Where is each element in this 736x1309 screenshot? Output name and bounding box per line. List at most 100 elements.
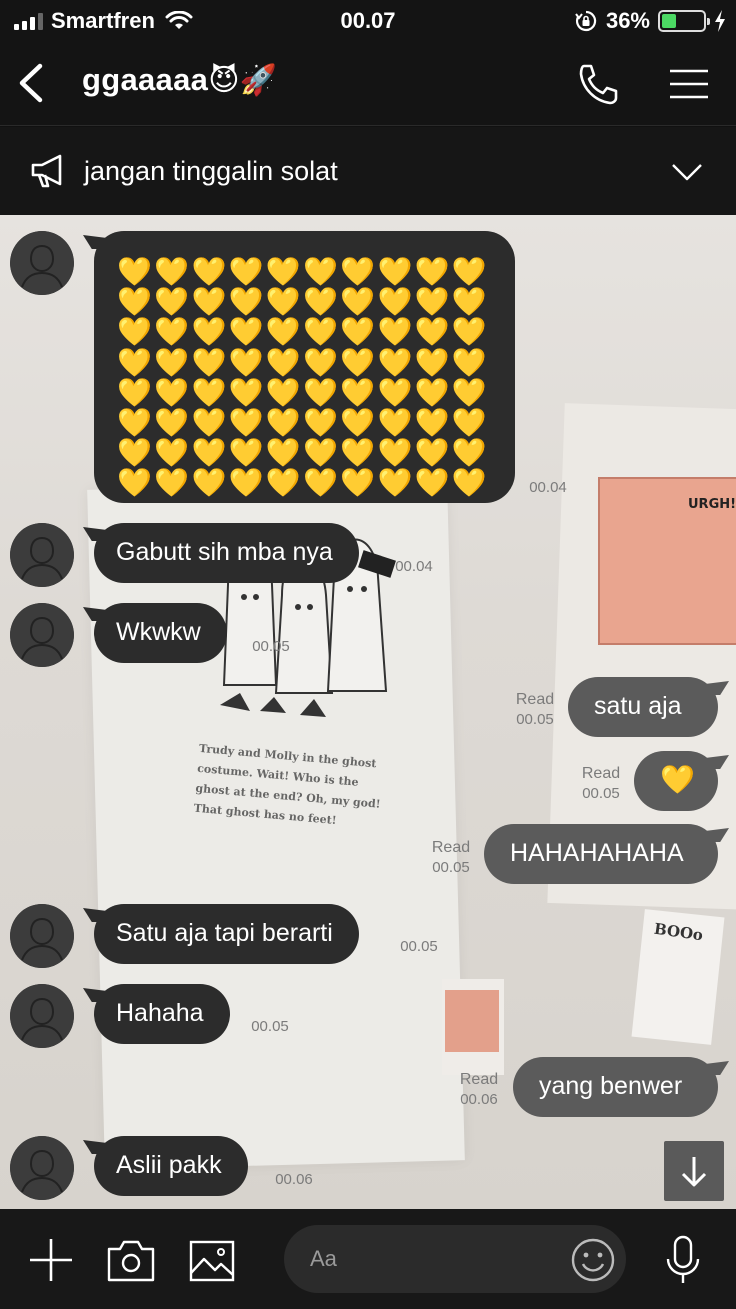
- chevron-down-icon[interactable]: [668, 153, 706, 189]
- heart-emoji: 💛: [154, 256, 190, 287]
- read-receipt: Read 00.05: [508, 690, 562, 730]
- message-input-bar: [0, 1209, 736, 1309]
- heart-emoji: 💛: [303, 467, 338, 499]
- heart-emoji: 💛: [377, 437, 413, 469]
- chat-area[interactable]: URGH!! Trudy and Molly in the ghost cost…: [0, 215, 736, 1209]
- message-bubble-outgoing[interactable]: 💛: [634, 751, 729, 811]
- heart-emoji: 💛: [451, 467, 487, 499]
- message-text: satu aja: [594, 692, 682, 720]
- message-text: Gabutt sih mba nya: [116, 538, 333, 566]
- heart-emoji: 💛: [451, 376, 487, 408]
- plus-icon[interactable]: [28, 1237, 74, 1283]
- sender-avatar[interactable]: [10, 904, 74, 968]
- heart-emoji: 💛: [228, 316, 264, 348]
- heart-emoji: 💛: [265, 467, 301, 499]
- message-bubble-incoming[interactable]: Gabutt sih mba nya: [83, 523, 359, 583]
- chat-title-emojis: 😈🚀: [208, 64, 278, 97]
- heart-emoji: 💛: [340, 286, 376, 318]
- heart-emoji: 💛: [117, 286, 153, 318]
- heart-emoji: 💛: [191, 406, 227, 438]
- read-receipt: Read 00.05: [574, 764, 628, 804]
- heart-emoji: 💛: [303, 437, 338, 469]
- heart-emoji: 💛: [340, 316, 376, 348]
- heart-emoji: 💛: [303, 406, 338, 438]
- read-label: Read: [431, 839, 471, 856]
- heart-emoji: 💛: [451, 346, 487, 378]
- chat-title[interactable]: ggaaaaa😈🚀: [82, 62, 277, 98]
- heart-emoji: 💛: [303, 286, 338, 318]
- orientation-lock-icon: [575, 10, 597, 32]
- message-text: HAHAHAHAHA: [510, 839, 684, 867]
- heart-emoji: 💛: [414, 437, 450, 469]
- heart-emoji: 💛: [377, 376, 413, 408]
- message-text: Aslii pakk: [116, 1151, 222, 1179]
- heart-emoji: 💛: [414, 286, 450, 318]
- default-avatar-icon: [10, 231, 74, 295]
- heart-emoji: 💛: [117, 256, 153, 287]
- heart-emoji: 💛: [414, 316, 450, 348]
- default-avatar-icon: [10, 603, 74, 667]
- microphone-icon[interactable]: [664, 1235, 702, 1285]
- heart-emoji: 💛: [303, 376, 338, 408]
- heart-emoji: 💛: [228, 286, 264, 318]
- sender-avatar[interactable]: [10, 603, 74, 667]
- message-bubble-incoming[interactable]: Satu aja tapi berarti: [83, 904, 359, 964]
- heart-emoji: 💛: [451, 256, 487, 287]
- heart-emoji: 💛: [154, 406, 190, 438]
- heart-emoji: 💛: [303, 346, 338, 378]
- image-icon[interactable]: [188, 1239, 236, 1283]
- camera-icon[interactable]: [106, 1239, 156, 1283]
- heart-emoji: 💛: [451, 316, 487, 348]
- wallpaper-urgh-text: URGH!!: [688, 497, 736, 512]
- read-label: Read: [515, 691, 555, 708]
- message-bubble-incoming[interactable]: 💛 💛 💛 💛 💛 💛 💛 💛 💛 💛 💛 💛 💛 💛 💛 💛 💛 💛 💛 💛 💛 💛 💛 💛 💛 💛 💛 💛 💛 💛 💛 💛 💛 💛 💛 💛 💛 💛 💛 💛…: [83, 231, 515, 503]
- message-bubble-outgoing[interactable]: satu aja: [568, 677, 729, 737]
- heart-emoji: 💛: [191, 376, 227, 408]
- message-bubble-incoming[interactable]: Wkwkw: [83, 603, 227, 663]
- message-bubble-incoming[interactable]: Aslii pakk: [83, 1136, 248, 1196]
- heart-emoji: 💛: [303, 256, 338, 287]
- heart-emoji: 💛: [414, 346, 450, 378]
- message-time: 00.05: [432, 859, 470, 876]
- sender-avatar[interactable]: [10, 231, 74, 295]
- heart-emoji: 💛: [228, 346, 264, 378]
- message-time: 00.06: [275, 1171, 313, 1188]
- heart-emoji: 💛: [377, 316, 413, 348]
- default-avatar-icon: [10, 1136, 74, 1200]
- status-bar: Smartfren 00.07 36%: [0, 0, 736, 42]
- read-label: Read: [581, 765, 621, 782]
- heart-emoji: 💛: [340, 346, 376, 378]
- read-receipt: Read 00.06: [452, 1070, 506, 1110]
- heart-emoji: 💛: [451, 406, 487, 438]
- message-bubble-outgoing[interactable]: HAHAHAHAHA: [484, 824, 729, 884]
- message-text: Satu aja tapi berarti: [116, 919, 333, 947]
- heart-emoji: 💛: [191, 286, 227, 318]
- wallpaper-caption: Trudy and Molly in the ghost costume. Wa…: [193, 741, 382, 828]
- sender-avatar[interactable]: [10, 1136, 74, 1200]
- heart-emoji: 💛: [340, 467, 376, 499]
- phone-icon[interactable]: [574, 62, 622, 106]
- sender-avatar[interactable]: [10, 984, 74, 1048]
- heart-emoji: 💛: [377, 467, 413, 499]
- announcement-bar[interactable]: jangan tinggalin solat: [0, 127, 736, 215]
- battery-percent: 36%: [605, 8, 650, 33]
- default-avatar-icon: [10, 904, 74, 968]
- message-time: 00.05: [516, 711, 554, 728]
- heart-emoji: 💛: [265, 346, 301, 378]
- emoji-icon[interactable]: [570, 1237, 616, 1283]
- scroll-down-button[interactable]: [664, 1141, 724, 1201]
- heart-emoji: 💛: [191, 256, 227, 287]
- back-icon[interactable]: [12, 60, 52, 106]
- sender-avatar[interactable]: [10, 523, 74, 587]
- message-bubble-incoming[interactable]: Hahaha: [83, 984, 230, 1044]
- heart-emoji: 💛: [377, 406, 413, 438]
- heart-emoji: 💛: [117, 437, 153, 469]
- menu-icon[interactable]: [666, 66, 712, 102]
- message-bubble-outgoing[interactable]: yang benwer: [513, 1057, 729, 1117]
- message-text: yang benwer: [539, 1072, 683, 1100]
- heart-emoji: 💛: [414, 256, 450, 287]
- heart-emoji: 💛: [340, 437, 376, 469]
- heart-emoji: 💛: [265, 316, 301, 348]
- heart-emoji: 💛: [191, 437, 227, 469]
- heart-emoji: 💛: [228, 256, 264, 287]
